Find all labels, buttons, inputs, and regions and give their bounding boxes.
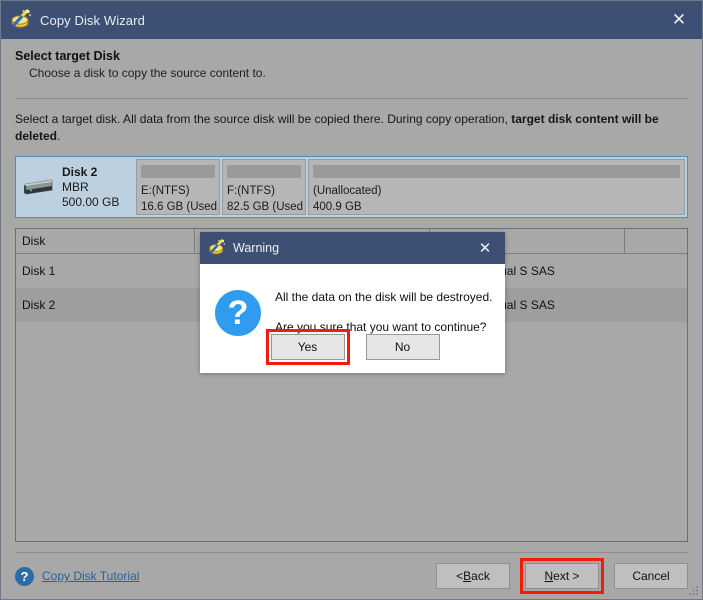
wizard-footer: ? Copy Disk Tutorial < Back Next > Cance…: [1, 553, 702, 599]
partition-usage-bar: [227, 165, 301, 178]
column-header-disk[interactable]: Disk: [16, 229, 195, 254]
cell-disk-name: Disk 1: [16, 253, 194, 288]
target-disk-card[interactable]: Disk 2 MBR 500.00 GB E:(NTFS) 16.6 GB (U…: [15, 156, 688, 218]
warning-dialog-title-bar: Warning ✕: [200, 232, 505, 264]
warning-dialog-title: Warning: [233, 241, 280, 255]
partition-block[interactable]: F:(NTFS) 82.5 GB (Used: [222, 159, 306, 215]
close-icon[interactable]: ✕: [656, 1, 702, 39]
resize-grip[interactable]: [688, 585, 699, 596]
copy-disk-tutorial-link[interactable]: Copy Disk Tutorial: [42, 569, 139, 583]
back-button-mnemonic: B: [463, 569, 472, 583]
hard-disk-icon: [22, 176, 56, 198]
disk-card-name: Disk 2: [62, 164, 98, 179]
magic-wand-disk-icon: [10, 9, 32, 31]
page-title: Select target Disk: [15, 49, 120, 63]
partition-usage-bar: [313, 165, 680, 178]
partition-strip: E:(NTFS) 16.6 GB (Used F:(NTFS) 82.5 GB …: [136, 159, 685, 215]
warning-dialog-buttons: Yes No: [200, 329, 505, 365]
yes-button-highlight: Yes: [265, 329, 350, 365]
page-subtitle: Choose a disk to copy the source content…: [29, 66, 266, 80]
back-button[interactable]: < Back: [436, 563, 510, 589]
warning-dialog-body: ? All the data on the disk will be destr…: [200, 264, 505, 373]
disk-card-info: Disk 2 MBR 500.00 GB: [18, 159, 136, 215]
intro-text-part1: Select a target disk. All data from the …: [15, 112, 512, 126]
partition-detail: 82.5 GB (Used: [227, 201, 304, 213]
disk-card-size: 500.00 GB: [62, 194, 120, 209]
warning-message-line1: All the data on the disk will be destroy…: [275, 290, 493, 304]
intro-text-part2: .: [57, 129, 61, 143]
disk-card-scheme: MBR: [62, 179, 89, 194]
question-mark-icon[interactable]: ?: [15, 566, 34, 586]
next-button[interactable]: Next >: [525, 563, 599, 589]
next-button-highlight: Next >: [520, 558, 604, 594]
cancel-button[interactable]: Cancel: [614, 563, 688, 589]
partition-block[interactable]: (Unallocated) 400.9 GB: [308, 159, 685, 215]
partition-label: F:(NTFS): [227, 185, 275, 197]
disk-card-meta: Disk 2 MBR 500.00 GB: [62, 165, 119, 210]
no-button[interactable]: No: [365, 334, 440, 360]
wizard-header: Select target Disk Choose a disk to copy…: [1, 39, 702, 90]
magic-wand-disk-icon: [208, 239, 226, 257]
intro-text: Select a target disk. All data from the …: [15, 111, 688, 145]
next-button-mnemonic: N: [544, 569, 554, 583]
yes-button[interactable]: Yes: [270, 334, 345, 360]
close-icon[interactable]: ✕: [465, 232, 505, 264]
back-button-suffix: ack: [471, 569, 490, 583]
partition-detail: 400.9 GB: [313, 201, 362, 213]
cell-col4: [624, 253, 687, 288]
next-button-suffix: ext >: [553, 569, 580, 583]
title-bar: Copy Disk Wizard ✕: [1, 1, 702, 39]
window-title: Copy Disk Wizard: [40, 12, 145, 28]
back-button-prefix: <: [456, 569, 464, 583]
partition-label: (Unallocated): [313, 185, 382, 197]
cell-disk-name: Disk 2: [16, 287, 194, 322]
warning-dialog: Warning ✕ ? All the data on the disk wil…: [200, 232, 505, 373]
column-header-4[interactable]: [624, 229, 687, 254]
partition-block[interactable]: E:(NTFS) 16.6 GB (Used: [136, 159, 220, 215]
partition-label: E:(NTFS): [141, 185, 190, 197]
partition-detail: 16.6 GB (Used: [141, 201, 218, 213]
cell-col4: [624, 287, 687, 322]
partition-usage-bar: [141, 165, 215, 178]
